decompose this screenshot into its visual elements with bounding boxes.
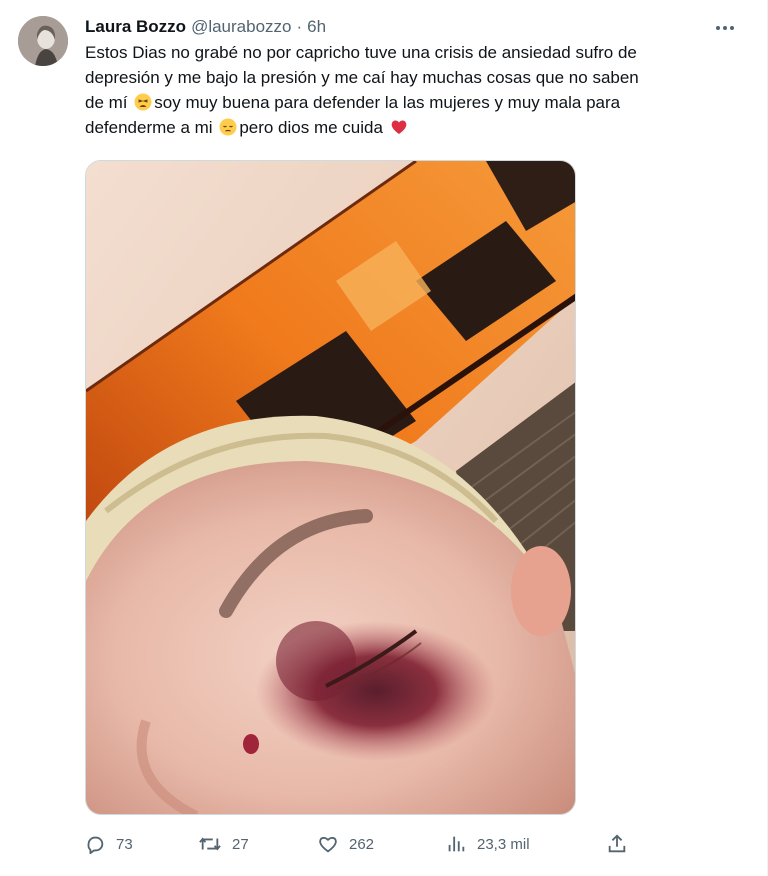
- tweet-text-segment: pero dios me cuida: [239, 118, 383, 137]
- tweet[interactable]: Laura Bozzo @laurabozzo · 6h Estos Dias …: [0, 0, 768, 876]
- reply-icon: [84, 833, 106, 855]
- separator-dot: ·: [296, 17, 303, 36]
- share-icon: [606, 833, 628, 855]
- heart-icon: [317, 833, 339, 855]
- pensive-face-emoji: [219, 118, 237, 136]
- like-count: 262: [349, 835, 375, 853]
- tweet-text-line: Estos Dias no grabé no por capricho tuve…: [85, 43, 637, 62]
- retweet-icon: [198, 833, 222, 855]
- tweet-text-line: defenderme a mi pero dios me cuida: [85, 115, 735, 140]
- avatar[interactable]: [18, 16, 68, 66]
- tweet-text-segment: de mí: [85, 93, 128, 112]
- timestamp[interactable]: 6h: [307, 17, 326, 37]
- more-options-icon: [715, 18, 735, 36]
- views-count: 23,3 mil: [477, 835, 530, 853]
- tweet-header: Laura Bozzo @laurabozzo · 6h: [85, 15, 326, 39]
- like-button[interactable]: 262: [317, 827, 374, 861]
- action-bar: 73 27 262 23,3 mil: [82, 827, 642, 861]
- more-options-button[interactable]: [711, 16, 739, 38]
- tweet-photo[interactable]: [85, 160, 576, 815]
- views-icon: [445, 833, 467, 855]
- tweet-text-line: de mí soy muy buena para defender la las…: [85, 90, 735, 115]
- reply-button[interactable]: 73: [84, 827, 133, 861]
- user-handle[interactable]: @laurabozzo: [191, 17, 291, 37]
- red-heart-emoji: [390, 118, 408, 136]
- retweet-count: 27: [232, 835, 249, 853]
- retweet-button[interactable]: 27: [198, 827, 249, 861]
- views-button[interactable]: 23,3 mil: [445, 827, 530, 861]
- display-name[interactable]: Laura Bozzo: [85, 17, 186, 37]
- tweet-text: Estos Dias no grabé no por capricho tuve…: [85, 40, 735, 140]
- share-button[interactable]: [606, 827, 628, 861]
- tweet-text-line: depresión y me bajo la presión y me caí …: [85, 68, 639, 87]
- tweet-text-segment: defenderme a mi: [85, 118, 213, 137]
- reply-count: 73: [116, 835, 133, 853]
- tired-face-emoji: [134, 93, 152, 111]
- tweet-text-segment: soy muy buena para defender la las mujer…: [154, 93, 621, 112]
